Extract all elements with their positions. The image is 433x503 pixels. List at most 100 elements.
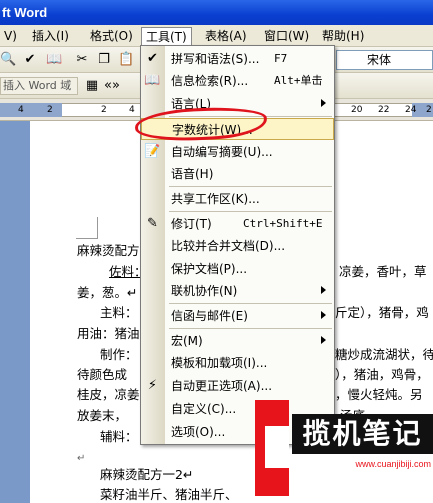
menubar: V) 插入(I) 格式(O) 工具(T) 表格(A) 窗口(W) 帮助(H) [0, 25, 433, 47]
menu-item-research[interactable]: 📖 信息检索(R)... Alt+单击 [141, 70, 334, 92]
copy-icon[interactable]: ❐ [96, 52, 112, 68]
ruler-tick: 2 [101, 105, 107, 115]
menu-item-label: 模板和加载项(I)... [171, 356, 268, 370]
autosummarize-icon: 📝 [144, 144, 161, 159]
ruler-tick: 4 [18, 105, 24, 115]
menu-item-label: 语音(H) [171, 167, 214, 181]
menu-table[interactable]: 表格(A) [201, 27, 251, 45]
print-preview-icon[interactable]: 🔍 [0, 52, 16, 68]
doc-line: 辅料： [100, 429, 138, 444]
menu-item-label: 修订(T) [171, 217, 212, 231]
menu-item-letters-mailings[interactable]: 信函与邮件(E) [141, 305, 334, 327]
menu-item-label: 宏(M) [171, 334, 203, 348]
menu-item-language[interactable]: 语言(L) [141, 93, 334, 115]
menu-separator [169, 328, 332, 329]
menu-item-label: 自动更正选项(A)... [171, 379, 273, 393]
menu-item-label: 比较并合并文档(D)... [171, 239, 286, 253]
doc-line: ），猪油，鸡骨， [335, 367, 429, 382]
menu-item-shortcut: F7 [274, 52, 288, 65]
submenu-arrow-icon [321, 286, 326, 294]
menu-item-label: 自动编写摘要(U)... [171, 145, 273, 159]
track-changes-icon: ✎ [147, 216, 158, 231]
menu-item-shortcut: Ctrl+Shift+E [243, 217, 323, 230]
spelling-toolbar-icon[interactable]: ✔ [22, 52, 38, 68]
submenu-arrow-icon [321, 336, 326, 344]
menu-item-label: 选项(O)... [171, 425, 226, 439]
ruler-tick: 2 [47, 105, 53, 115]
margin-corner-mark [76, 217, 98, 239]
menu-separator [169, 303, 332, 304]
menu-item-label: 共享工作区(K)... [171, 192, 260, 206]
merge-field-icon[interactable]: ▦ [84, 78, 100, 94]
watermark-logo-icon [255, 400, 289, 496]
menu-insert[interactable]: 插入(I) [28, 27, 73, 45]
submenu-arrow-icon [321, 311, 326, 319]
ruler-tick: 4 [129, 105, 135, 115]
menu-window[interactable]: 窗口(W) [260, 27, 313, 45]
menu-item-templates-addins[interactable]: 模板和加载项(I)... [141, 352, 334, 374]
doc-line: 主料： [100, 305, 138, 320]
menu-item-autocorrect[interactable]: ⚡ 自动更正选项(A)... [141, 375, 334, 397]
doc-line: 凉姜，香叶，草 [339, 264, 427, 279]
view-merged-data-icon[interactable]: «» [104, 78, 120, 94]
submenu-arrow-icon [321, 99, 326, 107]
menu-item-word-count[interactable]: 字数统计(W)... [141, 118, 334, 140]
ruler-tick: 24 [405, 105, 417, 115]
paragraph-mark: ↵ [77, 453, 86, 464]
research-toolbar-icon[interactable]: 📖 [46, 52, 62, 68]
menu-item-protect-document[interactable]: 保护文档(P)... [141, 258, 334, 280]
menu-item-label: 信函与邮件(E) [171, 309, 248, 323]
menu-item-shared-workspace[interactable]: 共享工作区(K)... [141, 188, 334, 210]
doc-line: 麻辣烫配方 [77, 243, 140, 258]
menu-item-compare-merge[interactable]: 比较并合并文档(D)... [141, 235, 334, 257]
menu-item-label: 字数统计(W)... [172, 123, 253, 137]
autocorrect-icon: ⚡ [147, 378, 158, 393]
watermark-title: 揽机笔记 [292, 414, 433, 454]
ruler-tick: 22 [378, 105, 390, 115]
menu-item-spelling[interactable]: ✔ 拼写和语法(S)... F7 [141, 48, 334, 70]
spelling-icon: ✔ [147, 51, 158, 66]
menu-item-shortcut: Alt+单击 [274, 74, 323, 87]
doc-line: 制作： [100, 347, 138, 362]
doc-line: 桂皮，凉姜 [77, 387, 140, 402]
insert-word-field-dropdown[interactable]: 插入 Word 域 ▾ [0, 77, 78, 108]
ruler-tick: 20 [351, 105, 363, 115]
doc-line: 姜，葱。↵ [77, 285, 138, 300]
menu-item-label: 拼写和语法(S)... [171, 52, 260, 66]
menu-item-track-changes[interactable]: ✎ 修订(T) Ctrl+Shift+E [141, 213, 334, 235]
font-name-box[interactable]: 宋体 [336, 50, 433, 70]
menu-separator [169, 186, 332, 187]
cut-icon[interactable]: ✂ [74, 52, 90, 68]
menu-item-online-collaboration[interactable]: 联机协作(N) [141, 280, 334, 302]
doc-line: 麻辣烫配方一2↵ [100, 467, 194, 482]
doc-line: 待颜色成 [77, 367, 128, 382]
window-titlebar: ft Word [0, 0, 433, 25]
watermark-url: www.cuanjibiji.com [292, 456, 433, 472]
menu-item-label: 信息检索(R)... [171, 74, 249, 88]
paste-icon[interactable]: 📋 [118, 52, 134, 68]
menu-item-label: 保护文档(P)... [171, 262, 248, 276]
menu-item-autosummarize[interactable]: 📝 自动编写摘要(U)... [141, 141, 334, 163]
menu-item-speech[interactable]: 语音(H) [141, 163, 334, 185]
research-icon: 📖 [144, 73, 161, 88]
menu-separator [169, 116, 332, 117]
menu-tools[interactable]: 工具(T) [141, 27, 192, 47]
menu-view[interactable]: V) [0, 27, 21, 45]
menu-separator [169, 211, 332, 212]
doc-line: 糖炒成流湖状，待 [335, 347, 433, 362]
menu-item-label: 联机协作(N) [171, 284, 238, 298]
doc-line: 用油：猪油 [77, 326, 140, 341]
doc-line: 菜籽油半斤、猪油半斤、 [100, 487, 238, 502]
doc-line: 放姜末， [77, 408, 128, 423]
doc-line: 斤定），猪骨，鸡 [335, 305, 429, 320]
tools-menu: ✔ 拼写和语法(S)... F7 📖 信息检索(R)... Alt+单击 语言(… [140, 45, 335, 445]
window-title: ft Word [2, 5, 48, 20]
menu-item-label: 语言(L) [171, 97, 212, 111]
menu-help[interactable]: 帮助(H) [318, 27, 368, 45]
menu-item-label: 自定义(C)... [171, 402, 237, 416]
watermark: 揽机笔记 www.cuanjibiji.com [252, 400, 433, 503]
ruler-tick: 2 [426, 105, 432, 115]
menu-format[interactable]: 格式(O) [86, 27, 137, 45]
menu-item-macro[interactable]: 宏(M) [141, 330, 334, 352]
font-name-value: 宋体 [367, 53, 392, 67]
